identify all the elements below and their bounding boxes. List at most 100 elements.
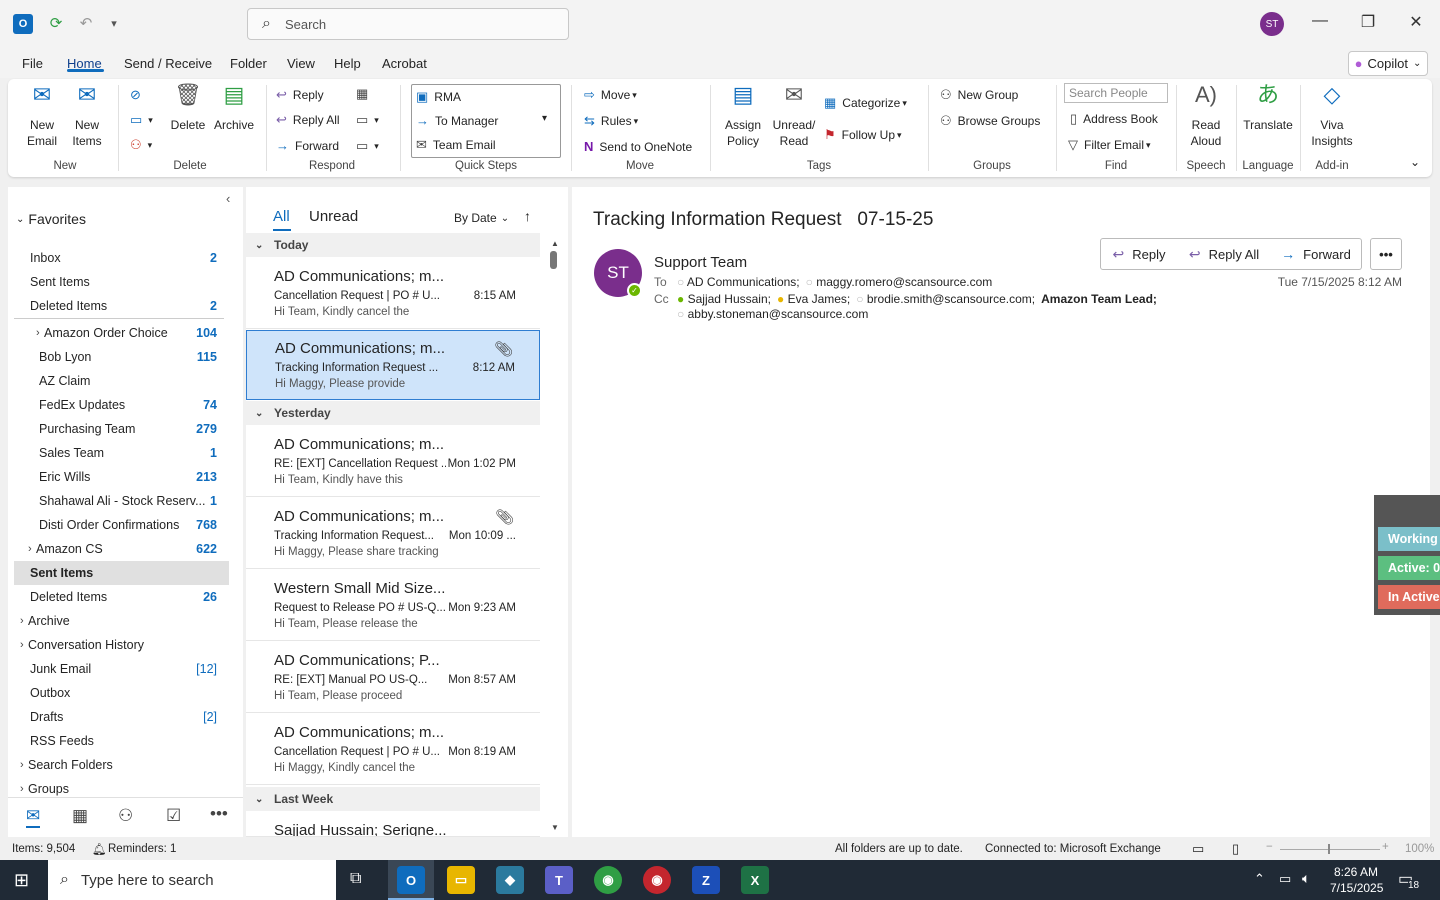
send-to-onenote-button[interactable]: N Send to OneNote bbox=[584, 139, 692, 154]
quickstep-to-manager[interactable]: → To Manager bbox=[416, 113, 498, 128]
account-avatar[interactable]: ST bbox=[1260, 12, 1284, 36]
recipient[interactable]: Amazon Team Lead; bbox=[1041, 292, 1157, 306]
folder-item[interactable]: Disti Order Confirmations 768 bbox=[14, 513, 229, 537]
folder-item[interactable]: › Amazon CS 622 bbox=[14, 537, 229, 561]
folder-item[interactable]: Sent Items bbox=[14, 561, 229, 585]
folder-item[interactable]: FedEx Updates 74 bbox=[14, 393, 229, 417]
sort-dropdown[interactable]: By Date ⌄ bbox=[454, 211, 509, 225]
im-button[interactable]: ▭ ▾ bbox=[356, 112, 379, 128]
zoom-level[interactable]: 100% bbox=[1405, 843, 1434, 855]
close-icon[interactable]: ✕ bbox=[1404, 12, 1428, 32]
recipient[interactable]: ○ maggy.romero@scansource.com bbox=[806, 275, 993, 289]
message-item[interactable]: AD Communications; m... Tracking Informat… bbox=[246, 499, 540, 569]
menu-file[interactable]: File bbox=[22, 56, 43, 71]
restore-icon[interactable]: ❐ bbox=[1356, 12, 1380, 32]
follow-up-button[interactable]: ⚑ Follow Up ▾ bbox=[824, 127, 902, 143]
chrome-profile-icon[interactable]: ◉ bbox=[643, 866, 671, 894]
message-item[interactable]: AD Communications; m... RE: [EXT] Cancell… bbox=[246, 427, 540, 497]
ignore-button[interactable]: ⊘ bbox=[130, 87, 147, 103]
quickstep-rma[interactable]: ▣ RMA bbox=[416, 89, 461, 105]
customize-toolbar-icon[interactable]: ▾ bbox=[103, 12, 125, 34]
active-button[interactable]: Active: 00 bbox=[1378, 556, 1440, 580]
chevron-right-icon[interactable]: › bbox=[20, 615, 24, 627]
filter-tab-unread[interactable]: Unread bbox=[309, 208, 358, 225]
app-icon[interactable]: ◆ bbox=[496, 866, 524, 894]
minimize-icon[interactable]: — bbox=[1308, 12, 1332, 30]
network-icon[interactable]: ▭ bbox=[1279, 871, 1291, 887]
assign-policy-button[interactable]: ▤ Assign Policy bbox=[718, 84, 768, 149]
message-item[interactable]: AD Communications; m... Cancellation Requ… bbox=[246, 259, 540, 329]
read-aloud-button[interactable]: A) Read Aloud bbox=[1182, 84, 1230, 149]
chevron-right-icon[interactable]: › bbox=[20, 759, 24, 771]
scroll-thumb[interactable] bbox=[550, 251, 557, 269]
folder-item[interactable]: › Search Folders bbox=[14, 753, 229, 777]
chevron-right-icon[interactable]: › bbox=[20, 783, 24, 795]
favorites-header[interactable]: ⌄ Favorites bbox=[16, 211, 86, 227]
message-item[interactable]: Western Small Mid Size... Request to Rele… bbox=[246, 571, 540, 641]
zoom-app-icon[interactable]: Z bbox=[692, 866, 720, 894]
quick-steps-expand[interactable]: ▾ bbox=[542, 113, 547, 124]
task-view-icon[interactable]: ⧉ bbox=[350, 870, 361, 888]
viva-insights-button[interactable]: ◇ Viva Insights bbox=[1308, 84, 1356, 149]
date-group-header[interactable]: ⌄ Yesterday bbox=[246, 401, 540, 425]
excel-icon[interactable]: X bbox=[741, 866, 769, 894]
chevron-right-icon[interactable]: › bbox=[28, 543, 32, 555]
recipient[interactable]: ○ abby.stoneman@scansource.com bbox=[677, 307, 868, 321]
unread-read-button[interactable]: ✉ Unread/ Read bbox=[770, 84, 818, 149]
message-item[interactable]: AD Communications; P... RE: [EXT] Manual … bbox=[246, 643, 540, 713]
reminders[interactable]: Reminders: 1 bbox=[108, 843, 176, 855]
folder-item[interactable]: Outbox bbox=[14, 681, 229, 705]
windows-start-icon[interactable]: ⊞ bbox=[14, 870, 29, 891]
message-item[interactable]: Sajjad Hussain; Serigne... bbox=[246, 813, 540, 837]
working-button[interactable]: Working bbox=[1378, 527, 1440, 551]
more-actions-icon[interactable]: ••• bbox=[1370, 238, 1402, 270]
outlook-taskbar-icon[interactable]: O bbox=[397, 866, 425, 894]
copilot-button[interactable]: ● Copilot ⌄ bbox=[1348, 51, 1428, 76]
zoom-in-icon[interactable]: + bbox=[1382, 841, 1389, 853]
translate-button[interactable]: あ Translate bbox=[1242, 84, 1294, 133]
folder-item[interactable]: › Conversation History bbox=[14, 633, 229, 657]
message-item[interactable]: AD Communications; m... Cancellation Requ… bbox=[246, 715, 540, 785]
recipient[interactable]: ○ brodie.smith@scansource.com; bbox=[856, 292, 1035, 306]
folder-item[interactable]: › Archive bbox=[14, 609, 229, 633]
undo-icon[interactable]: ↶ bbox=[75, 12, 97, 34]
archive-button[interactable]: ▤ Archive bbox=[212, 84, 256, 133]
more-apps-icon[interactable]: ••• bbox=[210, 804, 228, 824]
folder-item[interactable]: Junk Email [12] bbox=[14, 657, 229, 681]
menu-help[interactable]: Help bbox=[334, 56, 361, 71]
sender-name[interactable]: Support Team bbox=[654, 254, 747, 271]
chevron-right-icon[interactable]: › bbox=[36, 327, 40, 339]
new-group-button[interactable]: ⚇ New Group bbox=[940, 87, 1018, 103]
taskbar-search[interactable]: ⌕ Type here to search bbox=[48, 860, 336, 900]
quickstep-team-email[interactable]: ✉ Team Email bbox=[416, 137, 496, 153]
message-item[interactable]: AD Communications; m... Tracking Informat… bbox=[246, 330, 540, 400]
menu-acrobat[interactable]: Acrobat bbox=[382, 56, 427, 71]
calendar-icon[interactable]: ▦ bbox=[72, 806, 88, 826]
file-explorer-icon[interactable]: ▭ bbox=[447, 866, 475, 894]
reply-button[interactable]: ↩ Reply bbox=[276, 87, 324, 103]
normal-view-icon[interactable]: ▭ bbox=[1192, 841, 1204, 857]
sort-direction-icon[interactable]: ↑ bbox=[524, 208, 531, 224]
date-group-header[interactable]: ⌄ Last Week bbox=[246, 787, 540, 811]
forward-button[interactable]: → Forward bbox=[1271, 238, 1362, 270]
new-email-button[interactable]: ✉ New Email bbox=[22, 84, 62, 149]
folder-item[interactable]: Deleted Items 2 bbox=[14, 294, 229, 318]
date-group-header[interactable]: ⌄ Today bbox=[246, 233, 540, 257]
sync-icon[interactable]: ⟳ bbox=[45, 12, 67, 34]
folder-item[interactable]: Sent Items bbox=[14, 270, 229, 294]
folder-item[interactable]: Inbox 2 bbox=[14, 246, 229, 270]
chevron-right-icon[interactable]: › bbox=[20, 639, 24, 651]
reply-all-button[interactable]: ↩ Reply All bbox=[276, 112, 340, 128]
chrome-icon[interactable]: ◉ bbox=[594, 866, 622, 894]
recipient[interactable]: ● Sajjad Hussain; bbox=[677, 292, 771, 306]
search-people-input[interactable]: Search People bbox=[1064, 83, 1168, 103]
folder-item[interactable]: AZ Claim bbox=[14, 369, 229, 393]
meeting-button[interactable]: ▦ bbox=[356, 86, 374, 102]
recipient[interactable]: ○ AD Communications; bbox=[677, 275, 800, 289]
zoom-thumb[interactable] bbox=[1328, 844, 1330, 854]
scroll-down-icon[interactable]: ▼ bbox=[551, 823, 559, 832]
delete-button[interactable]: 🗑 Delete bbox=[168, 84, 208, 133]
folder-item[interactable]: Bob Lyon 115 bbox=[14, 345, 229, 369]
volume-icon[interactable]: 🔈︎ bbox=[1302, 870, 1310, 887]
chevron-up-icon[interactable]: ⌃ bbox=[1254, 871, 1265, 887]
